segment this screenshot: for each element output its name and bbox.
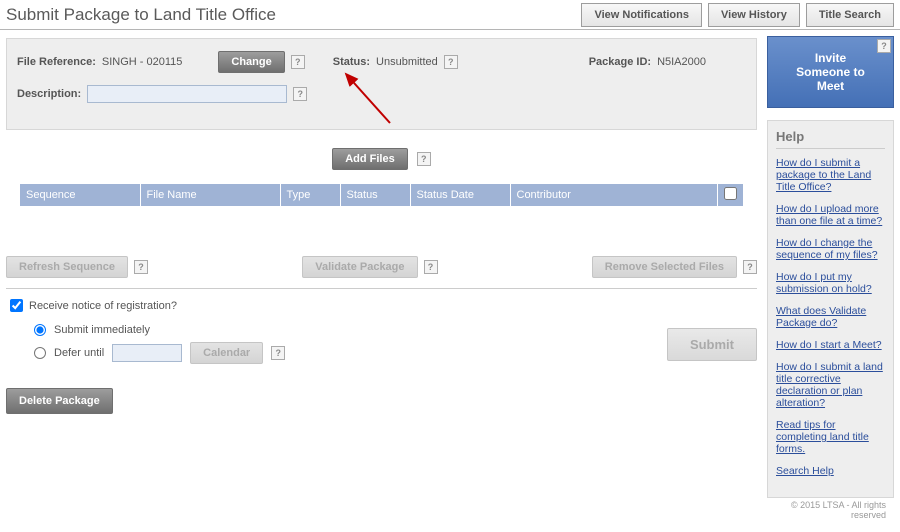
delete-package-button[interactable]: Delete Package [6, 388, 113, 414]
file-reference-label: File Reference: [17, 56, 96, 68]
help-icon[interactable]: ? [743, 260, 757, 274]
calendar-button[interactable]: Calendar [190, 342, 263, 364]
col-sequence: Sequence [20, 184, 140, 206]
invite-line2: Someone to [774, 65, 887, 79]
package-id-label: Package ID: [589, 56, 651, 68]
page-title: Submit Package to Land Title Office [6, 5, 276, 25]
submit-immediately-label: Submit immediately [54, 324, 150, 336]
help-link[interactable]: How do I submit a package to the Land Ti… [776, 157, 885, 193]
defer-date-input[interactable] [112, 344, 182, 362]
help-link[interactable]: Search Help [776, 465, 885, 477]
help-link[interactable]: Read tips for completing land title form… [776, 419, 885, 455]
package-id-value: N5IA2000 [657, 56, 706, 68]
description-input[interactable] [87, 85, 287, 103]
col-status-date: Status Date [410, 184, 510, 206]
help-link[interactable]: How do I submit a land title corrective … [776, 361, 885, 409]
footer-copyright: © 2015 LTSA - All rights reserved [767, 498, 894, 522]
help-link[interactable]: How do I change the sequence of my files… [776, 237, 885, 261]
remove-selected-files-button[interactable]: Remove Selected Files [592, 256, 737, 278]
submit-button[interactable]: Submit [667, 328, 757, 361]
help-icon[interactable]: ? [444, 55, 458, 69]
defer-until-radio[interactable] [34, 347, 46, 359]
refresh-sequence-button[interactable]: Refresh Sequence [6, 256, 128, 278]
change-button[interactable]: Change [218, 51, 284, 73]
description-label: Description: [17, 88, 81, 100]
select-all-checkbox[interactable] [724, 187, 737, 200]
help-icon[interactable]: ? [293, 87, 307, 101]
title-search-button[interactable]: Title Search [806, 3, 894, 27]
col-status: Status [340, 184, 410, 206]
col-type: Type [280, 184, 340, 206]
help-panel: Help How do I submit a package to the La… [767, 120, 894, 498]
header-buttons: View Notifications View History Title Se… [581, 3, 894, 27]
help-icon[interactable]: ? [271, 346, 285, 360]
receive-notice-label: Receive notice of registration? [29, 300, 177, 312]
help-icon[interactable]: ? [424, 260, 438, 274]
add-files-button[interactable]: Add Files [332, 148, 408, 170]
status-value: Unsubmitted [376, 56, 438, 68]
invite-line1: Invite [774, 51, 887, 65]
submit-immediately-radio[interactable] [34, 324, 46, 336]
status-label: Status: [333, 56, 370, 68]
receive-notice-checkbox[interactable] [10, 299, 23, 312]
validate-package-button[interactable]: Validate Package [302, 256, 417, 278]
help-link[interactable]: What does Validate Package do? [776, 305, 885, 329]
help-link[interactable]: How do I put my submission on hold? [776, 271, 885, 295]
help-title: Help [776, 129, 885, 149]
help-link[interactable]: How do I start a Meet? [776, 339, 885, 351]
help-icon[interactable]: ? [291, 55, 305, 69]
defer-until-label: Defer until [54, 347, 104, 359]
invite-meet-button[interactable]: ? Invite Someone to Meet [767, 36, 894, 108]
package-info-box: File Reference: SINGH - 020115 Change ? … [6, 38, 757, 130]
col-select-all [718, 184, 744, 206]
page-header: Submit Package to Land Title Office View… [0, 0, 900, 30]
col-file-name: File Name [140, 184, 280, 206]
help-icon[interactable]: ? [417, 152, 431, 166]
view-notifications-button[interactable]: View Notifications [581, 3, 702, 27]
col-contributor: Contributor [510, 184, 718, 206]
help-link[interactable]: How do I upload more than one file at a … [776, 203, 885, 227]
file-reference-value: SINGH - 020115 [102, 56, 183, 68]
files-table: Sequence File Name Type Status Status Da… [20, 184, 743, 206]
help-icon[interactable]: ? [877, 39, 891, 53]
help-icon[interactable]: ? [134, 260, 148, 274]
invite-line3: Meet [774, 79, 887, 93]
view-history-button[interactable]: View History [708, 3, 800, 27]
